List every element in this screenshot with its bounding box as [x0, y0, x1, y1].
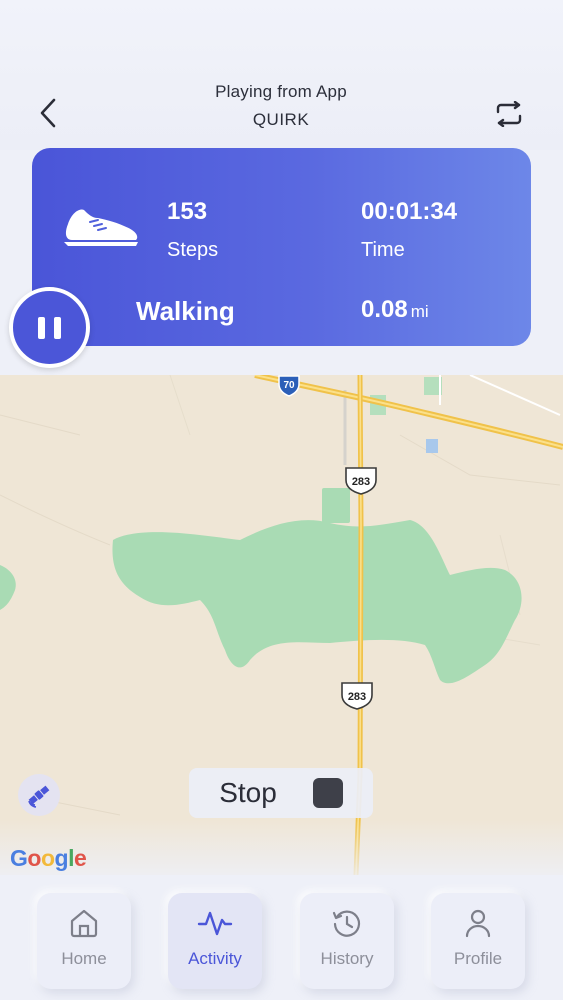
satellite-view-button[interactable]	[18, 774, 60, 816]
bottom-navigation: Home Activity History Profile	[0, 875, 563, 1000]
park-area-west	[0, 565, 16, 610]
us-283-label-north: 283	[352, 476, 370, 488]
us-283-label-south: 283	[348, 691, 366, 703]
stop-label: Stop	[219, 777, 277, 808]
user-icon	[465, 909, 491, 938]
activity-stats-card: 153 Steps 00:01:34 Time Walking 0.08 mi	[32, 148, 531, 346]
shoe-icon	[64, 209, 138, 246]
chevron-left-icon	[40, 98, 56, 128]
header-title: QUIRK	[252, 110, 310, 129]
steps-value: 153	[167, 198, 208, 225]
nav-label-history: History	[320, 949, 374, 968]
time-value: 00:01:34	[361, 198, 458, 225]
switch-app-button[interactable]	[489, 94, 529, 134]
pause-button[interactable]	[9, 287, 90, 368]
time-label: Time	[361, 239, 405, 261]
us-283-shield-north: 283	[345, 467, 377, 495]
us-283-shield-south: 283	[341, 682, 373, 710]
home-icon	[70, 909, 98, 938]
google-letter: o	[40, 845, 55, 871]
interstate-70-label: 70	[283, 380, 295, 391]
stop-button[interactable]: Stop	[189, 768, 373, 818]
nav-item-profile[interactable]: Profile	[431, 893, 525, 989]
distance-readout: 0.08 mi	[361, 296, 429, 324]
repeat-icon	[496, 101, 522, 127]
activity-type: Walking	[136, 296, 235, 326]
stop-square-icon	[312, 778, 343, 808]
water-block	[426, 439, 438, 453]
satellite-icon	[28, 785, 50, 808]
activity-pulse-icon	[197, 911, 233, 936]
nav-item-activity[interactable]: Activity	[168, 893, 262, 989]
google-letter: e	[73, 845, 87, 871]
park-area	[112, 520, 522, 684]
distance-value: 0.08	[361, 296, 408, 323]
now-playing-header: Playing from App QUIRK	[131, 82, 431, 130]
nav-label-profile: Profile	[453, 949, 503, 968]
history-clock-icon	[332, 910, 361, 937]
pause-icon	[38, 316, 45, 339]
nav-label-home: Home	[61, 949, 107, 968]
park-block	[322, 488, 350, 523]
back-button[interactable]	[30, 93, 66, 133]
distance-unit: mi	[410, 302, 429, 321]
nav-item-home[interactable]: Home	[37, 893, 131, 989]
google-letter: g	[54, 845, 69, 871]
nav-item-history[interactable]: History	[300, 893, 394, 989]
interstate-70-shield: 70	[278, 375, 300, 397]
google-letter: o	[27, 845, 41, 871]
header-subtitle: Playing from App	[215, 82, 347, 101]
nav-label-activity: Activity	[188, 949, 242, 968]
pause-icon-bar	[54, 316, 61, 339]
google-logo: Google	[10, 845, 87, 872]
google-letter: G	[10, 845, 28, 871]
steps-label: Steps	[167, 239, 219, 261]
